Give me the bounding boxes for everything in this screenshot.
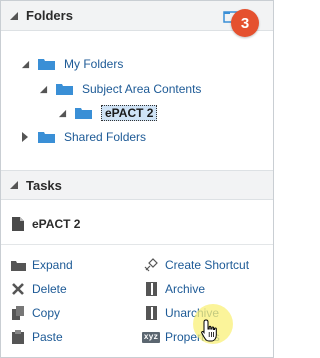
tree-item-my-folders[interactable]: My Folders bbox=[20, 56, 123, 72]
copy-label[interactable]: Copy bbox=[32, 306, 60, 320]
paste-icon bbox=[10, 330, 26, 344]
unarchive-icon bbox=[143, 306, 159, 320]
expand-caret-icon[interactable] bbox=[20, 59, 30, 69]
tree-item-subject-area-contents[interactable]: Subject Area Contents bbox=[38, 81, 201, 97]
folder-icon bbox=[10, 259, 26, 272]
expand-caret-icon[interactable] bbox=[57, 108, 67, 118]
tasks-divider bbox=[1, 244, 273, 245]
catalog-pane: Folders 3 My Folders Subject Area Conten… bbox=[0, 0, 274, 358]
tasks-header[interactable]: Tasks bbox=[1, 170, 273, 200]
tree-label-subject-area-contents[interactable]: Subject Area Contents bbox=[82, 82, 201, 96]
folder-icon bbox=[56, 84, 73, 95]
tree-label-my-folders[interactable]: My Folders bbox=[64, 57, 123, 71]
tree-item-shared-folders[interactable]: Shared Folders bbox=[20, 129, 146, 145]
hand-cursor-icon bbox=[201, 319, 217, 342]
expand-caret-icon[interactable] bbox=[38, 84, 48, 94]
link-chain-icon bbox=[143, 258, 159, 272]
tree-label-shared-folders[interactable]: Shared Folders bbox=[64, 130, 146, 144]
copy-action[interactable]: Copy bbox=[10, 305, 60, 321]
tree-item-epact2[interactable]: ePACT 2 bbox=[57, 105, 158, 121]
document-icon bbox=[10, 217, 26, 231]
create-shortcut-action[interactable]: Create Shortcut bbox=[143, 257, 249, 273]
collapse-caret-icon[interactable] bbox=[8, 10, 20, 22]
archive-icon bbox=[143, 282, 159, 296]
delete-x-icon bbox=[10, 283, 26, 296]
archive-label[interactable]: Archive bbox=[165, 282, 205, 296]
paste-action[interactable]: Paste bbox=[10, 329, 63, 345]
folders-title: Folders bbox=[26, 8, 73, 23]
expand-label[interactable]: Expand bbox=[32, 258, 73, 272]
archive-action[interactable]: Archive bbox=[143, 281, 205, 297]
paste-label[interactable]: Paste bbox=[32, 330, 63, 344]
delete-action[interactable]: Delete bbox=[10, 281, 67, 297]
create-shortcut-label[interactable]: Create Shortcut bbox=[165, 258, 249, 272]
tasks-selected-object: ePACT 2 bbox=[10, 216, 80, 232]
collapsed-caret-icon[interactable] bbox=[20, 132, 30, 142]
folder-icon bbox=[38, 132, 55, 143]
step-badge: 3 bbox=[231, 9, 259, 37]
tasks-title: Tasks bbox=[26, 177, 62, 193]
properties-icon-text: xyz bbox=[141, 331, 161, 343]
expand-action[interactable]: Expand bbox=[10, 257, 73, 273]
collapse-caret-icon[interactable] bbox=[8, 179, 20, 191]
tasks-object-name: ePACT 2 bbox=[32, 217, 81, 231]
folder-icon bbox=[38, 59, 55, 70]
delete-label[interactable]: Delete bbox=[32, 282, 67, 296]
copy-icon bbox=[10, 306, 26, 320]
folder-icon bbox=[75, 108, 92, 119]
tree-label-epact2-selected[interactable]: ePACT 2 bbox=[101, 105, 158, 121]
properties-icon: xyz bbox=[141, 331, 161, 344]
